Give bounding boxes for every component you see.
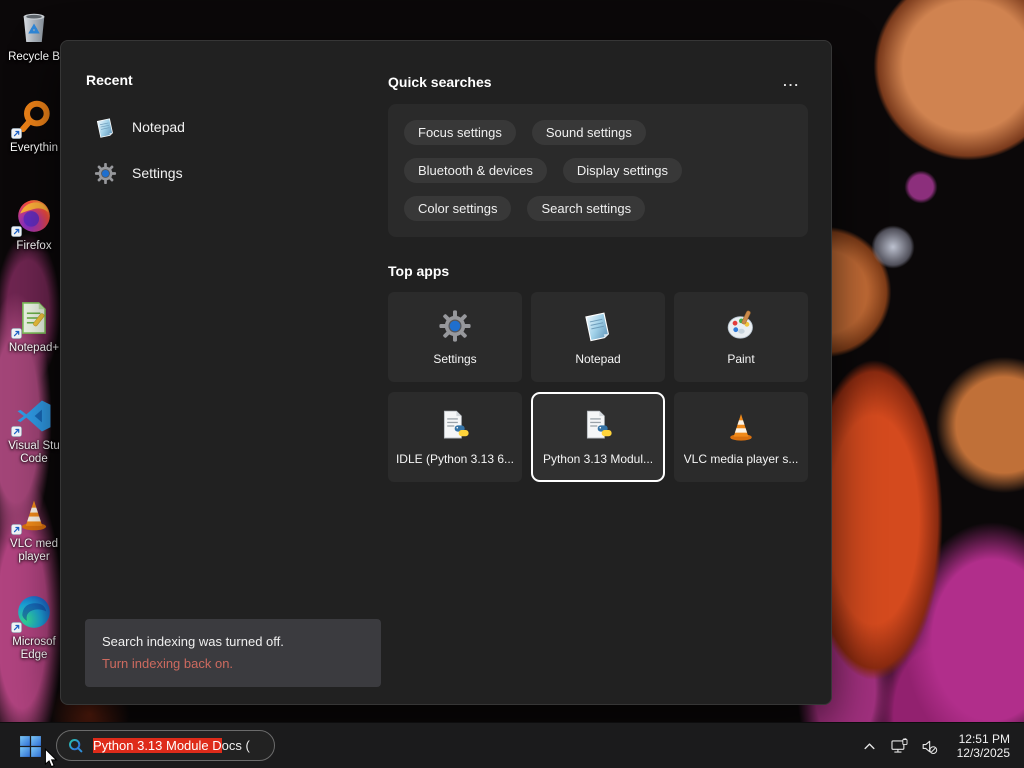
quick-search-pill-sound-settings[interactable]: Sound settings (531, 120, 646, 145)
tray-overflow-button[interactable] (857, 731, 883, 761)
turn-indexing-on-link[interactable]: Turn indexing back on. (102, 654, 364, 674)
top-app-tile-settings[interactable]: Settings (388, 292, 522, 382)
shortcut-arrow-icon (11, 524, 22, 535)
shortcut-arrow-icon (11, 328, 22, 339)
screen: Recycle B Everythin Firefox Notepad+ Vis… (0, 0, 1024, 768)
desktop-icon-label: Everythin (10, 142, 58, 154)
desktop-icon-recycle-bin[interactable]: Recycle B (0, 6, 68, 64)
desktop-icon-microsoft-edge[interactable]: Microsof Edge (0, 591, 68, 662)
shortcut-arrow-icon (11, 426, 22, 437)
search-flyout-panel: Recent Notepad Settings Quick searches .… (60, 40, 832, 705)
clock-date: 12/3/2025 (956, 746, 1010, 760)
search-panel-right-column: Quick searches ... Focus settings Sound … (388, 72, 808, 482)
shortcut-arrow-icon (11, 128, 22, 139)
taskbar-search-box[interactable]: Python 3.13 Module Docs ( (56, 730, 275, 761)
paint-palette-icon (724, 309, 758, 343)
quick-searches-heading: Quick searches (388, 73, 492, 90)
recent-item-label: Settings (132, 165, 183, 181)
recycle-bin-icon (15, 8, 53, 46)
top-app-tile-python-module-docs[interactable]: Python 3.13 Modul... (531, 392, 665, 482)
indexing-notice-message: Search indexing was turned off. (102, 634, 284, 649)
desktop-icon-vlc[interactable]: VLC med player (0, 493, 68, 564)
vlc-cone-icon (724, 409, 758, 443)
top-apps-grid: Settings Notepad Paint IDLE (Python 3.13… (388, 292, 808, 482)
desktop-icon-label: VLC med player (10, 538, 58, 563)
top-app-tile-vlc[interactable]: VLC media player s... (674, 392, 808, 482)
shortcut-arrow-icon (11, 622, 22, 633)
tile-label: Paint (727, 351, 755, 366)
desktop-icon-visual-studio-code[interactable]: Visual Stu Code (0, 395, 68, 466)
desktop-icon-label: Recycle B (8, 51, 60, 63)
python-document-icon (581, 409, 615, 443)
quick-search-pill-focus-settings[interactable]: Focus settings (404, 120, 516, 145)
recent-item-notepad[interactable]: Notepad (86, 104, 356, 150)
search-icon (67, 737, 85, 755)
volume-tray-button[interactable] (917, 731, 943, 761)
python-document-icon (438, 409, 472, 443)
taskbar: Python 3.13 Module Docs ( 12:51 PM 12/3/… (0, 722, 1024, 768)
quick-searches-card: Focus settings Sound settings Bluetooth … (388, 104, 808, 237)
clock[interactable]: 12:51 PM 12/3/2025 (953, 730, 1018, 762)
network-tray-button[interactable] (887, 731, 913, 761)
desktop-icon-label: Firefox (16, 240, 52, 252)
quick-search-pill-display-settings[interactable]: Display settings (562, 158, 682, 183)
tile-label: Settings (433, 351, 477, 366)
more-options-button[interactable]: ... (775, 72, 808, 91)
quick-search-pill-search-settings[interactable]: Search settings (527, 196, 646, 221)
tile-label: VLC media player s... (683, 451, 799, 466)
top-app-tile-notepad[interactable]: Notepad (531, 292, 665, 382)
desktop-icon-firefox[interactable]: Firefox (0, 195, 68, 253)
settings-gear-icon (94, 162, 117, 185)
tile-label: Notepad (575, 351, 621, 366)
top-app-tile-idle-python[interactable]: IDLE (Python 3.13 6... (388, 392, 522, 482)
search-text-selected: Python 3.13 Module D (93, 738, 222, 753)
top-app-tile-paint[interactable]: Paint (674, 292, 808, 382)
desktop-icon-label: Notepad+ (8, 342, 60, 354)
clock-time: 12:51 PM (958, 732, 1010, 746)
notepad-icon (581, 309, 615, 343)
shortcut-arrow-icon (11, 226, 22, 237)
network-icon (890, 737, 909, 756)
tile-label: IDLE (Python 3.13 6... (395, 451, 515, 466)
desktop-icon-label: Microsof Edge (12, 636, 56, 661)
quick-search-pill-bluetooth-devices[interactable]: Bluetooth & devices (404, 158, 547, 183)
recent-item-label: Notepad (132, 119, 185, 135)
quick-search-pill-color-settings[interactable]: Color settings (404, 196, 512, 221)
start-button[interactable] (16, 732, 44, 760)
windows-logo-icon (18, 734, 43, 759)
indexing-notice: Search indexing was turned off. Turn ind… (85, 619, 381, 687)
desktop-icon-everything[interactable]: Everythin (0, 97, 68, 155)
settings-gear-icon (438, 309, 472, 343)
chevron-up-icon (860, 737, 879, 756)
desktop-icon-notepad-plus-plus[interactable]: Notepad+ (0, 297, 68, 355)
desktop-icon-label: Visual Stu Code (8, 440, 60, 465)
search-text-rest: ocs ( (221, 738, 250, 753)
recent-item-settings[interactable]: Settings (86, 150, 356, 196)
recent-section: Recent Notepad Settings (86, 72, 356, 196)
top-apps-heading: Top apps (388, 263, 450, 279)
volume-muted-icon (920, 737, 939, 756)
recent-heading: Recent (86, 72, 133, 88)
system-tray: 12:51 PM 12/3/2025 (857, 723, 1018, 768)
tile-label: Python 3.13 Modul... (542, 451, 654, 466)
search-input-text: Python 3.13 Module Docs ( (93, 738, 250, 753)
notepad-icon (94, 116, 117, 139)
